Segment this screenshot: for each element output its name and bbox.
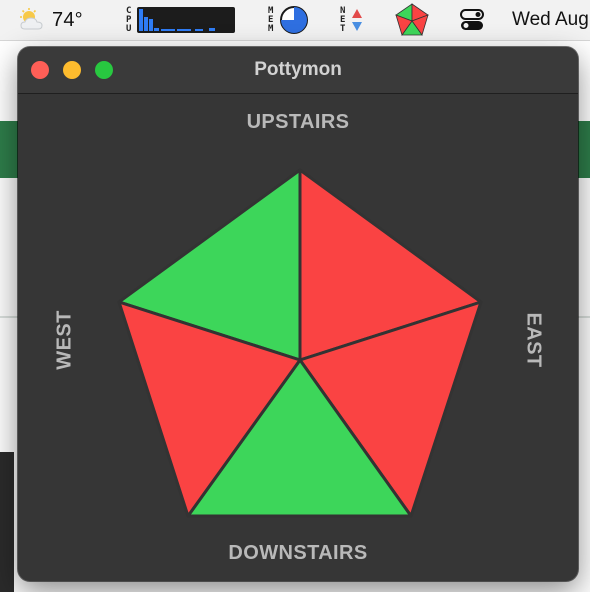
partly-cloudy-icon [20, 8, 43, 30]
network-arrows-icon [352, 9, 363, 31]
net-label: N E T [340, 5, 346, 34]
pottymon-menubar-icon[interactable] [394, 0, 430, 40]
status-pentagon [117, 168, 483, 518]
cpu-label: C P U [126, 5, 132, 34]
control-center-icon[interactable] [460, 0, 484, 40]
weather-temperature: 74° [52, 8, 83, 31]
cpu-monitor[interactable]: C P U [126, 0, 236, 40]
cpu-graph [137, 7, 236, 33]
pottymon-window: Pottymon UPSTAIRS DOWNSTAIRS WEST EAST [18, 47, 578, 581]
menu-bar: 74° C P U M E M N E T Wed Aug [0, 0, 590, 41]
network-monitor[interactable]: N E T [340, 0, 363, 40]
memory-pie-icon [280, 6, 309, 34]
background-dark-panel [0, 452, 14, 592]
memory-monitor[interactable]: M E M [268, 0, 311, 40]
weather-widget[interactable]: 74° [18, 0, 83, 40]
menu-clock[interactable]: Wed Aug [512, 0, 589, 40]
mem-label: M E M [268, 5, 274, 34]
